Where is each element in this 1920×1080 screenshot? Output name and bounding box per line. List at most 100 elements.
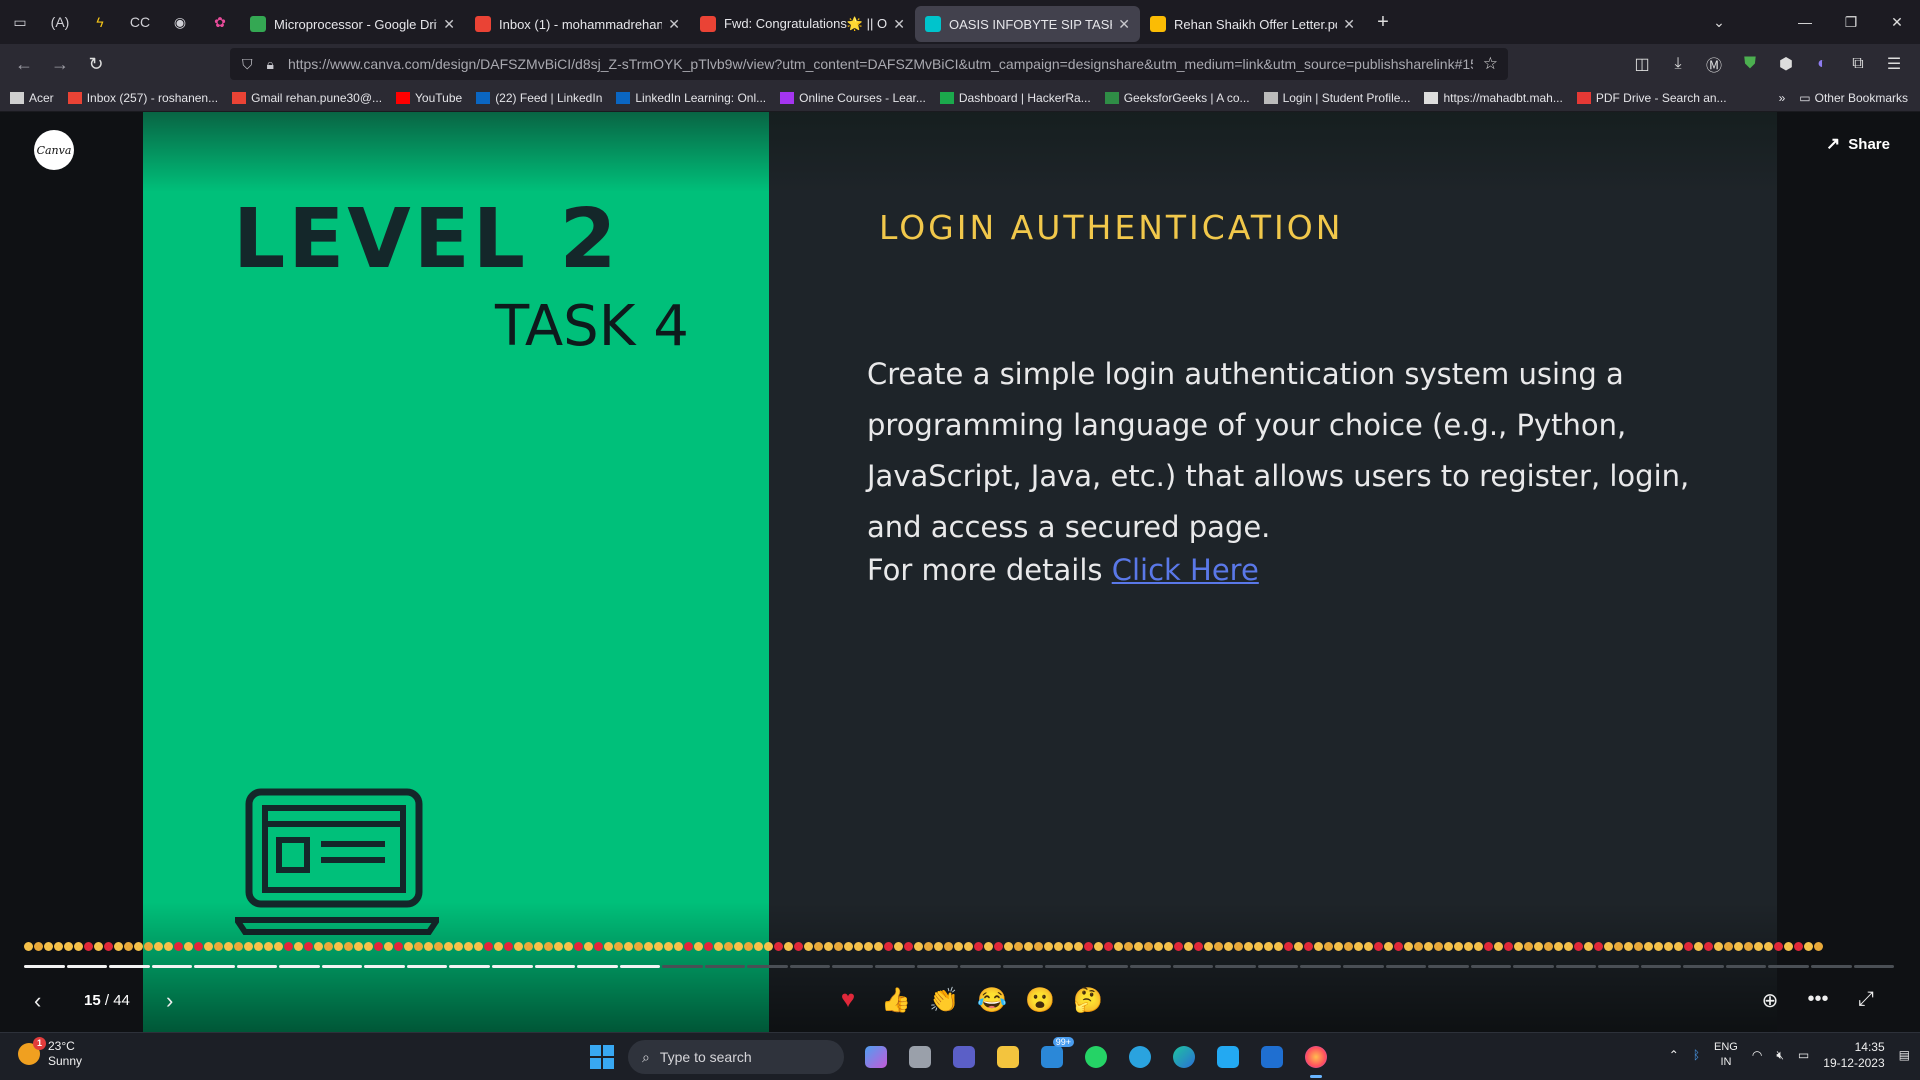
browser-tab[interactable]: Inbox (1) - mohammadrehansh ✕ — [465, 6, 690, 42]
vscode-icon[interactable] — [1206, 1039, 1250, 1075]
address-bar[interactable]: ⛉ 🔒︎ https://www.canva.com/design/DAFSZM… — [230, 48, 1508, 80]
tray-overflow-icon[interactable]: ⌃ — [1669, 1048, 1679, 1062]
progress-segment[interactable] — [1002, 965, 1044, 968]
close-tab-icon[interactable]: ✕ — [1343, 16, 1355, 33]
progress-segment[interactable] — [321, 965, 363, 968]
progress-segment[interactable] — [960, 965, 1001, 968]
close-tab-icon[interactable]: ✕ — [668, 16, 680, 33]
progress-segment[interactable] — [364, 965, 405, 968]
restore-button[interactable]: ❐ — [1828, 14, 1874, 31]
list-all-tabs-icon[interactable]: ⌄ — [1696, 14, 1742, 31]
progress-segment[interactable] — [449, 965, 491, 968]
shield-icon[interactable]: ⛉ — [242, 56, 253, 73]
file-explorer-icon[interactable] — [986, 1039, 1030, 1075]
share-button[interactable]: ↗ Share — [1812, 126, 1904, 162]
laugh-reaction-icon[interactable]: 😂 — [968, 986, 1016, 1015]
bookmark-item[interactable]: GeeksforGeeks | A co... — [1104, 91, 1250, 105]
task-view-icon[interactable] — [898, 1039, 942, 1075]
progress-segment[interactable] — [1215, 965, 1256, 968]
progress-segment[interactable] — [917, 965, 959, 968]
progress-segment[interactable] — [1513, 965, 1554, 968]
lock-icon[interactable]: 🔒︎ — [267, 56, 274, 73]
bookmark-star-icon[interactable]: ☆ — [1483, 54, 1498, 74]
progress-segment[interactable] — [1342, 965, 1384, 968]
defender-icon[interactable] — [1250, 1039, 1294, 1075]
mail-icon[interactable]: 99+ — [1030, 1037, 1074, 1075]
pinned-tab-colorful[interactable]: ✿ — [200, 0, 240, 44]
battery-icon[interactable]: ▭ — [1798, 1048, 1809, 1062]
slide-progress-bar[interactable] — [24, 965, 1896, 969]
progress-segment[interactable] — [24, 965, 65, 968]
progress-segment[interactable] — [151, 965, 193, 968]
bookmark-item[interactable]: Acer — [10, 91, 54, 105]
other-bookmarks[interactable]: Other Bookmarks — [1815, 91, 1908, 105]
telegram-icon[interactable] — [1118, 1039, 1162, 1075]
new-tab-button[interactable]: + — [1365, 11, 1401, 34]
heart-reaction-icon[interactable]: ♥ — [824, 986, 872, 1015]
pinned-tab-bolt[interactable]: ϟ — [80, 0, 120, 44]
progress-segment[interactable] — [1640, 965, 1682, 968]
wifi-icon[interactable]: ◠ — [1752, 1048, 1762, 1062]
volume-muted-icon[interactable]: 🔇︎ — [1776, 1048, 1784, 1063]
bookmark-item[interactable]: (22) Feed | LinkedIn — [476, 91, 602, 105]
pinned-tab-a[interactable]: (A) — [40, 0, 80, 44]
progress-segment[interactable] — [406, 965, 448, 968]
language-indicator[interactable]: ENG IN — [1714, 1040, 1738, 1070]
progress-segment[interactable] — [66, 965, 108, 968]
bookmark-item[interactable]: Gmail rehan.pune30@... — [232, 91, 382, 105]
bluetooth-icon[interactable]: ᛒ — [1693, 1048, 1700, 1062]
progress-segment[interactable] — [747, 965, 788, 968]
url-text[interactable]: https://www.canva.com/design/DAFSZMvBiCI… — [288, 56, 1473, 72]
pocket-icon[interactable]: ◫ — [1624, 54, 1660, 74]
extension-gray-icon[interactable]: ⬢ — [1768, 54, 1804, 74]
more-options-icon[interactable]: ••• — [1794, 988, 1842, 1013]
progress-segment[interactable] — [577, 965, 618, 968]
progress-segment[interactable] — [534, 965, 576, 968]
bookmark-item[interactable]: Login | Student Profile... — [1263, 91, 1410, 105]
clock[interactable]: 14:35 19-12-2023 — [1823, 1039, 1884, 1071]
browser-tab[interactable]: OASIS INFOBYTE SIP TASK LIST ✕ — [915, 6, 1140, 42]
bookmark-item[interactable]: YouTube — [396, 91, 462, 105]
progress-segment[interactable] — [1725, 965, 1767, 968]
reload-button[interactable]: ↻ — [78, 54, 114, 75]
thinking-reaction-icon[interactable]: 🤔 — [1064, 986, 1112, 1015]
pinned-tab-cc[interactable]: CC — [120, 0, 160, 44]
progress-segment[interactable] — [1300, 965, 1341, 968]
progress-segment[interactable] — [1768, 965, 1809, 968]
extension-shield-icon[interactable]: ⛊ — [1732, 55, 1768, 73]
surprised-reaction-icon[interactable]: 😮 — [1016, 986, 1064, 1015]
close-tab-icon[interactable]: ✕ — [893, 16, 905, 33]
next-page-button[interactable]: › — [166, 988, 173, 1014]
start-button[interactable] — [590, 1045, 614, 1069]
fullscreen-icon[interactable]: ⤢ — [1842, 988, 1890, 1013]
tab-list-icon[interactable]: ▭ — [0, 0, 40, 44]
progress-segment[interactable] — [662, 965, 703, 968]
progress-segment[interactable] — [1385, 965, 1427, 968]
progress-segment[interactable] — [1810, 965, 1852, 968]
progress-segment[interactable] — [704, 965, 746, 968]
bookmark-item[interactable]: https://mahadbt.mah... — [1424, 91, 1563, 105]
progress-segment[interactable] — [194, 965, 235, 968]
close-window-button[interactable]: ✕ — [1874, 14, 1920, 31]
bookmark-item[interactable]: Dashboard | HackerRa... — [939, 91, 1091, 105]
close-tab-icon[interactable]: ✕ — [1118, 16, 1130, 33]
progress-segment[interactable] — [1045, 965, 1086, 968]
progress-segment[interactable] — [1172, 965, 1214, 968]
browser-tab[interactable]: Rehan Shaikh Offer Letter.pdf - ✕ — [1140, 6, 1365, 42]
bookmark-item[interactable]: Online Courses - Lear... — [780, 91, 926, 105]
account-icon[interactable]: Ⓜ — [1696, 52, 1732, 76]
firefox-icon[interactable] — [1294, 1039, 1338, 1078]
progress-segment[interactable] — [1683, 965, 1724, 968]
progress-segment[interactable] — [492, 965, 533, 968]
edge-icon[interactable] — [1162, 1039, 1206, 1075]
weather-widget[interactable]: 1 23°C Sunny — [18, 1037, 82, 1069]
zoom-icon[interactable]: ⊕ — [1746, 988, 1794, 1013]
clap-reaction-icon[interactable]: 👏 — [920, 986, 968, 1015]
github-icon[interactable]: ◉ — [160, 0, 200, 44]
more-bookmarks-icon[interactable]: » — [1779, 91, 1786, 105]
progress-segment[interactable] — [832, 965, 873, 968]
extension-purple-icon[interactable]: ◐ — [1804, 55, 1840, 73]
browser-tab[interactable]: Fwd: Congratulations🌟 || Offe ✕ — [690, 6, 915, 42]
progress-segment[interactable] — [1257, 965, 1299, 968]
whatsapp-icon[interactable] — [1074, 1039, 1118, 1075]
